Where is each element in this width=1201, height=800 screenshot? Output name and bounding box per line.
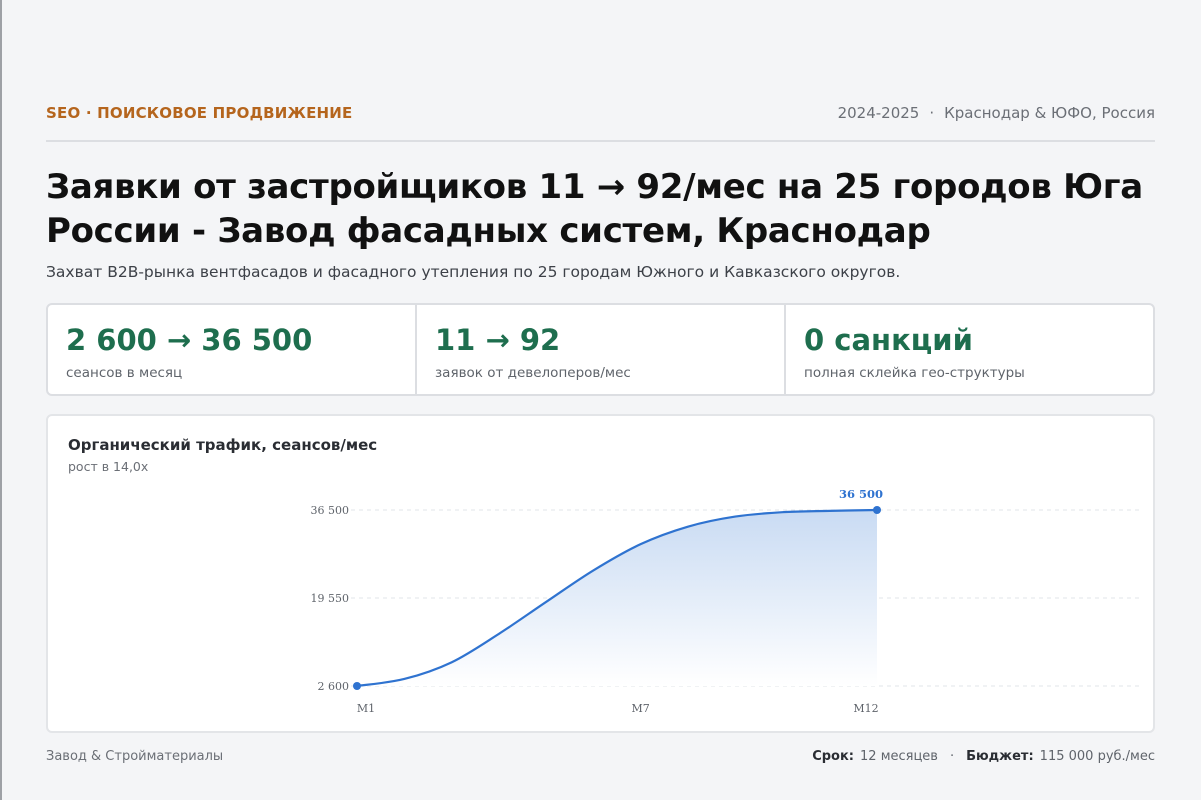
kpi-label: заявок от девелоперов/мес [435,365,631,381]
start-point [353,682,361,690]
kpi-leads: 11 → 92 заявок от девелоперов/мес [417,305,786,394]
page-title: Заявки от застройщиков 11 → 92/мес на 25… [46,167,1143,251]
x-tick-label: M7 [632,702,650,715]
y-tick-label: 19 550 [311,592,350,605]
location-label: Краснодар & ЮФО, Россия [944,104,1155,122]
traffic-chart: 2 600 19 550 36 500 36 500 M1 M7 M12 [311,487,1143,715]
kpi-sanctions: 0 санкций полная склейка гео-структуры [786,305,1153,394]
kpi-row: 2 600 → 36 500 сеансов в месяц 11 → 92 з… [46,303,1155,396]
kpi-value: 11 → 92 [435,323,561,357]
budget-label: Бюджет: [966,749,1034,764]
term-value: 12 месяцев [860,749,938,764]
end-point [873,506,881,514]
project-terms: Срок: 12 месяцев · Бюджет: 115 000 руб./… [812,749,1155,764]
kpi-value: 2 600 → 36 500 [66,323,313,357]
budget-value: 115 000 руб./мес [1039,749,1155,764]
traffic-chart-card: Органический трафик, сеансов/мес рост в … [46,414,1155,733]
meta-separator: · [929,104,935,122]
y-tick-label: 2 600 [318,680,350,693]
kpi-value: 0 санкций [804,323,973,357]
x-tick-label: M1 [357,702,375,715]
case-meta: 2024-2025 · Краснодар & ЮФО, Россия [838,104,1155,122]
kpi-sessions: 2 600 → 36 500 сеансов в месяц [48,305,417,394]
kpi-label: полная склейка гео-структуры [804,365,1025,381]
page-subtitle: Захват B2B-рынка вентфасадов и фасадного… [46,263,901,281]
kpi-label: сеансов в месяц [66,365,183,381]
window-edge [0,0,2,800]
industry-label: Завод & Стройматериалы [46,749,224,764]
term-label: Срок: [812,749,855,764]
terms-separator: · [949,749,955,764]
case-header: SEO · ПОИСКОВОЕ ПРОДВИЖЕНИЕ 2024-2025 · … [46,104,1155,142]
years-label: 2024-2025 [837,104,920,122]
x-tick-label: M12 [853,702,878,715]
end-value-label: 36 500 [839,487,883,501]
category-label: SEO · ПОИСКОВОЕ ПРОДВИЖЕНИЕ [46,104,353,122]
y-tick-label: 36 500 [311,504,350,517]
